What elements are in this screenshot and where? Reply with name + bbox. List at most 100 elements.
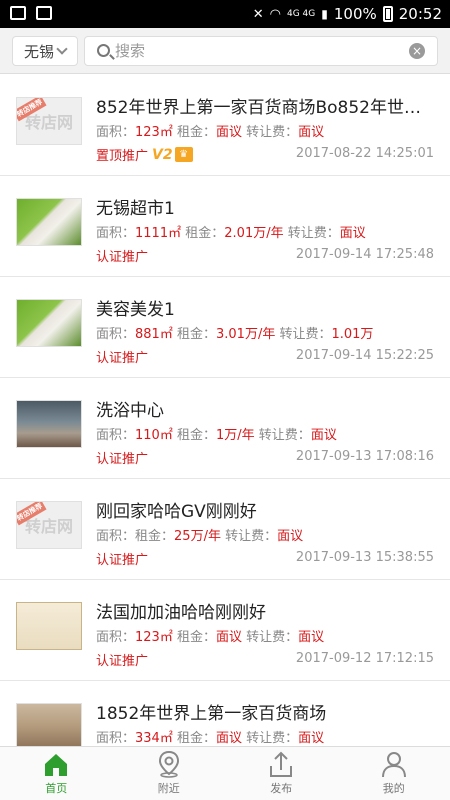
location-pin-icon [155,750,183,778]
tab-label: 发布 [270,782,293,795]
search-input[interactable] [115,37,405,65]
listing-title: 刚回家哈哈GV刚刚好 [96,502,257,522]
transfer-label: 转让费： [246,731,299,746]
search-box[interactable]: × [84,36,438,66]
promo-badge: 认证推广 [96,347,148,366]
crown-icon: ♛ [174,147,193,162]
transfer-value: 面议 [339,226,366,241]
area-label: 面积： [96,125,136,140]
clock: 20:52 [398,5,442,23]
listing-info: 面积：881㎡ 租金：3.01万/年 转让费：1.01万 [96,323,373,342]
tab-label: 我的 [382,782,405,795]
transfer-value: 面议 [298,731,325,746]
rent-value: 2.01万/年 [224,226,284,241]
listing-list: 转店推荐 转店网 852年世界上第一家百货商场Bo852年世界上第一家百货商场 … [0,75,450,746]
list-item[interactable]: 法国加加油哈哈刚刚好 面积：123㎡ 租金：面议 转让费：面议 认证推广 201… [0,580,450,681]
rent-label: 租金： [176,731,216,746]
search-icon [97,44,110,57]
listing-title: 美容美发1 [96,300,175,320]
list-item[interactable]: 洗浴中心 面积：110㎡ 租金：1万/年 转让费：面议 认证推广 2017-09… [0,378,450,479]
promo-badge: 认证推广 [96,549,148,568]
area-label: 面积： [96,529,136,544]
promo-badge: 置顶推广 V2 ♛ [96,145,193,164]
list-item[interactable]: 无锡超市1 面积：1111㎡ 租金：2.01万/年 转让费：面议 认证推广 20… [0,176,450,277]
battery-percent: 100% [333,5,377,23]
list-item[interactable]: 转店推荐 转店网 刚回家哈哈GV刚刚好 面积：租金：25万/年 转让费：面议 认… [0,479,450,580]
home-icon [42,750,70,778]
listing-date: 2017-09-14 17:25:48 [295,247,434,262]
tab-publish-upload[interactable]: 发布 [225,747,338,800]
notification-icon [10,6,26,20]
top-search-bar: 无锡 × [0,28,450,74]
rent-label: 租金： [135,529,175,544]
list-item[interactable]: 1852年世界上第一家百货商场 面积：334㎡ 租金：面议 转让费：面议 [0,681,450,746]
rent-value: 3.01万/年 [216,327,276,342]
vip-level: V2 [152,146,173,163]
transfer-label: 转让费： [225,529,278,544]
transfer-value: 面议 [298,630,325,645]
area-value: 881㎡ [135,327,173,342]
promo-label: 认证推广 [96,351,149,366]
wifi-icon: ◠ [269,6,281,22]
listing-thumbnail [16,299,82,347]
area-label: 面积： [96,226,136,241]
rent-value: 1万/年 [216,428,255,443]
listing-thumbnail [16,602,82,650]
publish-upload-icon [267,750,295,778]
transfer-value: 面议 [298,125,325,140]
listing-thumbnail: 转店推荐 转店网 [16,97,82,145]
promo-label: 认证推广 [96,654,149,669]
tab-label: 附近 [157,782,180,795]
rent-label: 租金： [185,226,225,241]
listing-thumbnail [16,400,82,448]
status-left-icons [10,6,52,20]
area-value: 123㎡ [135,630,173,645]
tab-location-pin[interactable]: 附近 [113,747,226,800]
listing-date: 2017-09-13 17:08:16 [295,449,434,464]
listing-date: 2017-09-13 15:38:55 [295,550,434,565]
status-bar: ✕ ◠ 4G 4G ▮ 100% 20:52 [0,0,450,28]
transfer-label: 转让费： [287,226,340,241]
promo-badge: 认证推广 [96,650,148,669]
listing-title: 无锡超市1 [96,199,175,219]
vip-badge: V2 ♛ [152,147,193,163]
transfer-value: 面议 [277,529,304,544]
clear-icon[interactable]: × [409,43,425,59]
listing-date: 2017-09-14 15:22:25 [295,348,434,363]
area-label: 面积： [96,630,136,645]
tab-user-profile[interactable]: 我的 [338,747,450,800]
rent-value: 面议 [216,630,243,645]
transfer-label: 转让费： [279,327,332,342]
promo-label: 认证推广 [96,452,149,467]
rent-label: 租金： [176,630,216,645]
list-item[interactable]: 转店推荐 转店网 852年世界上第一家百货商场Bo852年世界上第一家百货商场 … [0,75,450,176]
listing-info: 面积：123㎡ 租金：面议 转让费：面议 [96,626,324,645]
listing-info: 面积：334㎡ 租金：面议 转让费：面议 [96,727,324,746]
chevron-down-icon [56,43,68,55]
listing-thumbnail: 转店推荐 转店网 [16,501,82,549]
mute-icon: ✕ [252,6,264,22]
rent-value: 25万/年 [174,529,221,544]
transfer-label: 转让费： [258,428,311,443]
transfer-label: 转让费： [246,125,299,140]
listing-info: 面积：110㎡ 租金：1万/年 转让费：面议 [96,424,337,443]
listing-thumbnail [16,198,82,246]
status-right: ✕ ◠ 4G 4G ▮ 100% 20:52 [253,0,442,28]
promo-label: 认证推广 [96,553,149,568]
listing-title: 洗浴中心 [96,401,164,421]
area-label: 面积： [96,428,136,443]
rent-label: 租金： [176,428,216,443]
listing-info: 面积：123㎡ 租金：面议 转让费：面议 [96,121,324,140]
transfer-value: 1.01万 [331,327,374,342]
bottom-tab-bar: 首页 附近 发布 我的 [0,746,450,800]
area-value: 110㎡ [135,428,173,443]
tab-home[interactable]: 首页 [0,747,113,800]
listing-date: 2017-09-12 17:12:15 [295,651,434,666]
promo-label: 认证推广 [96,250,149,265]
tab-label: 首页 [45,782,68,795]
city-selector[interactable]: 无锡 [12,36,78,66]
listing-info: 面积：1111㎡ 租金：2.01万/年 转让费：面议 [96,222,366,241]
list-item[interactable]: 美容美发1 面积：881㎡ 租金：3.01万/年 转让费：1.01万 认证推广 … [0,277,450,378]
listing-thumbnail [16,703,82,746]
listing-title: 1852年世界上第一家百货商场 [96,704,327,724]
